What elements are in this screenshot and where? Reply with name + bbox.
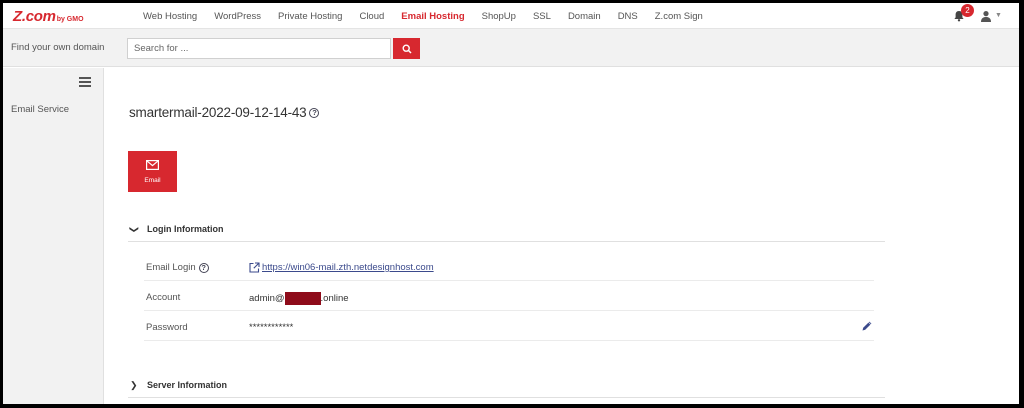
email-login-link[interactable]: https://win06-mail.zth.netdesignhost.com bbox=[262, 262, 434, 273]
nav-private-hosting[interactable]: Private Hosting bbox=[278, 11, 342, 22]
email-app-button[interactable]: Email bbox=[128, 151, 177, 192]
row-value: https://win06-mail.zth.netdesignhost.com bbox=[249, 262, 434, 273]
email-tile-label: Email bbox=[144, 177, 161, 184]
sidebar-item-email-service[interactable]: Email Service bbox=[11, 104, 69, 115]
user-icon[interactable] bbox=[980, 10, 992, 22]
section-title: Server Information bbox=[147, 380, 228, 390]
zcom-logo[interactable]: Z.com by GMO bbox=[13, 8, 84, 25]
logo-text: Z.com bbox=[13, 8, 56, 25]
main-content: smartermail-2022-09-12-14-43 ? Email ❯ L… bbox=[104, 68, 1019, 404]
redacted-block bbox=[284, 292, 321, 305]
logo-sub-text: by GMO bbox=[56, 16, 84, 23]
menu-icon[interactable] bbox=[79, 77, 91, 87]
nav-zcom-sign[interactable]: Z.com Sign bbox=[655, 11, 703, 22]
nav-domain[interactable]: Domain bbox=[568, 11, 601, 22]
nav-web-hosting[interactable]: Web Hosting bbox=[143, 11, 197, 22]
app-window: Z.com by GMO Web Hosting WordPress Priva… bbox=[3, 3, 1019, 404]
section-login-information[interactable]: ❯ Login Information bbox=[128, 215, 885, 242]
password-value: ************ bbox=[249, 322, 294, 333]
domain-search-bar: Find your own domain bbox=[3, 29, 1019, 67]
row-label: Email Login ? bbox=[146, 262, 209, 273]
row-email-login: Email Login ? https://win06-mail.zth.net… bbox=[144, 252, 874, 281]
search-button[interactable] bbox=[393, 38, 420, 59]
section-title: Login Information bbox=[147, 224, 224, 234]
account-value: admin@ .online bbox=[249, 292, 349, 305]
row-label: Account bbox=[146, 292, 181, 303]
help-icon[interactable]: ? bbox=[309, 107, 320, 118]
search-input[interactable] bbox=[127, 38, 391, 59]
nav-email-hosting[interactable]: Email Hosting bbox=[401, 11, 464, 22]
sidebar: Email Service bbox=[3, 68, 104, 404]
chevron-down-icon[interactable]: ▼ bbox=[995, 12, 1002, 19]
find-domain-label: Find your own domain bbox=[11, 42, 105, 53]
help-icon[interactable]: ? bbox=[198, 262, 209, 273]
notification-badge: 2 bbox=[961, 4, 974, 17]
nav-cloud[interactable]: Cloud bbox=[359, 11, 384, 22]
nav-wordpress[interactable]: WordPress bbox=[214, 11, 261, 22]
external-link-icon[interactable] bbox=[249, 262, 260, 273]
section-server-information[interactable]: ❯ Server Information bbox=[128, 371, 885, 398]
page-header: smartermail-2022-09-12-14-43 ? bbox=[129, 105, 320, 120]
top-navigation: Z.com by GMO Web Hosting WordPress Priva… bbox=[3, 3, 1019, 29]
row-account: Account admin@ .online bbox=[144, 282, 874, 311]
nav-ssl[interactable]: SSL bbox=[533, 11, 551, 22]
row-password: Password ************ bbox=[144, 312, 874, 341]
row-label: Password bbox=[146, 322, 188, 333]
chevron-down-icon: ❯ bbox=[129, 225, 140, 234]
page-title: smartermail-2022-09-12-14-43 bbox=[129, 105, 307, 120]
envelope-icon bbox=[146, 160, 159, 170]
chevron-right-icon: ❯ bbox=[130, 380, 138, 390]
nav-menu: Web Hosting WordPress Private Hosting Cl… bbox=[143, 3, 720, 29]
nav-dns[interactable]: DNS bbox=[618, 11, 638, 22]
nav-shopup[interactable]: ShopUp bbox=[482, 11, 516, 22]
pencil-icon[interactable] bbox=[861, 320, 873, 332]
search-icon bbox=[401, 43, 412, 54]
